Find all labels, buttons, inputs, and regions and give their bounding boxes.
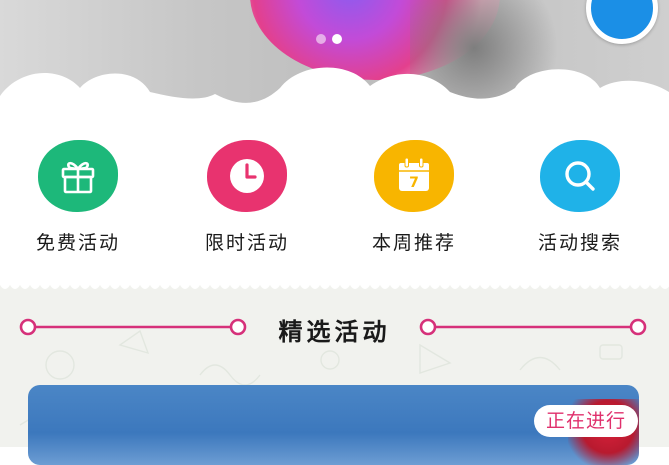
category-limited-time[interactable]: 限时活动 [177,140,317,260]
featured-section: 精选活动 正在进行 [0,279,669,465]
gift-icon [38,140,118,212]
category-label: 本周推荐 [371,232,456,254]
cloud-edge-decoration [0,67,669,148]
category-label: 活动搜索 [537,232,622,254]
category-nav: 免费活动 限时活动 7 本周推荐 活动搜索 [0,140,669,270]
scallop-edge-decoration [0,279,669,289]
category-weekly-picks[interactable]: 7 本周推荐 [344,140,484,260]
search-icon [540,140,620,212]
status-badge: 正在进行 [534,405,639,437]
carousel-dots[interactable] [316,34,342,44]
category-label: 免费活动 [35,232,120,254]
category-search[interactable]: 活动搜索 [510,140,650,260]
section-title: 精选活动 [278,318,391,346]
carousel-dot[interactable] [316,34,326,44]
category-label: 限时活动 [204,232,289,254]
activity-card[interactable]: 正在进行 [28,385,639,465]
category-free[interactable]: 免费活动 [8,140,148,260]
carousel-dot-active[interactable] [332,34,342,44]
calendar-day-number: 7 [409,175,419,191]
calendar-icon: 7 [374,140,454,212]
floating-action-button[interactable] [586,0,658,44]
clock-icon [207,140,287,212]
